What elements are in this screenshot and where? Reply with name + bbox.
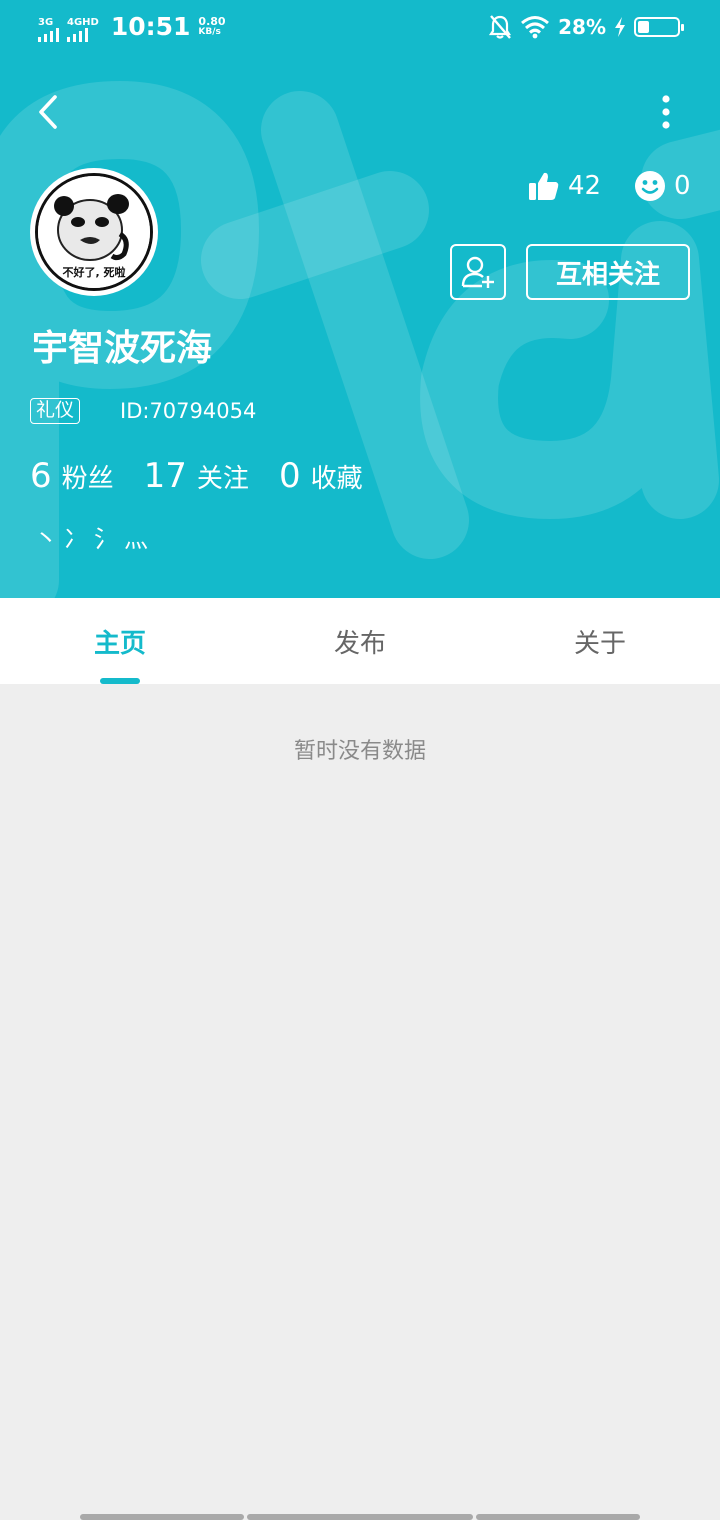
battery-fill [638, 21, 649, 33]
profile-counts: 6 粉丝 17 关注 0 收藏 [30, 456, 393, 496]
smiley-icon [635, 171, 665, 201]
smiles-stat[interactable]: 0 [634, 170, 691, 202]
battery-icon [634, 17, 684, 37]
more-vertical-icon [662, 95, 670, 129]
user-bio: 丶冫氵灬 [34, 525, 154, 553]
username: 宇智波死海 [32, 328, 213, 369]
nav-segment[interactable] [80, 1514, 244, 1520]
signal1-label: 3G [38, 17, 54, 28]
likes-count: 42 [568, 171, 602, 201]
network-speed: 0.80 KB/s [198, 16, 225, 38]
tab-home[interactable]: 主页 [0, 598, 240, 684]
tab-label: 主页 [93, 628, 146, 659]
tab-posts[interactable]: 发布 [240, 598, 480, 684]
chevron-left-icon [39, 95, 57, 129]
signal-4g-icon: 4GHD [67, 18, 99, 42]
avatar[interactable]: 不好了, 死啦 [30, 168, 158, 296]
likes-stat[interactable]: 42 [528, 170, 601, 202]
add-user-icon [461, 256, 494, 288]
count-number: 6 [30, 456, 52, 496]
tab-about[interactable]: 关于 [480, 598, 720, 684]
system-nav-bar [0, 1514, 720, 1520]
count-number: 0 [278, 456, 301, 496]
battery-percent: 28% [558, 15, 606, 39]
avatar-caption: 不好了, 死啦 [62, 265, 125, 279]
tab-label: 关于 [573, 628, 626, 659]
nav-segment[interactable] [476, 1514, 640, 1520]
following-count[interactable]: 17 关注 [144, 456, 249, 496]
smiles-count: 0 [674, 171, 691, 201]
active-tab-indicator [100, 678, 140, 684]
nav-segment[interactable] [247, 1514, 473, 1520]
profile-tabs: 主页 发布 关于 [0, 598, 720, 684]
count-label: 关注 [196, 464, 249, 494]
tab-label: 发布 [333, 628, 386, 659]
back-button[interactable] [28, 90, 68, 134]
count-label: 粉丝 [61, 464, 114, 494]
count-number: 17 [143, 456, 187, 496]
mute-bell-icon [489, 15, 512, 39]
empty-state-text: 暂时没有数据 [293, 739, 426, 764]
more-options-button[interactable] [646, 90, 686, 134]
add-friend-button[interactable] [450, 244, 506, 300]
profile-header: 3G 4GHD 10:51 0.80 KB/s 28% 不好了, 死啦 42 0… [0, 0, 720, 598]
speed-value: 0.80 [198, 15, 226, 28]
user-id: ID:70794054 [120, 399, 257, 423]
panda-meme-avatar-image: 不好了, 死啦 [38, 176, 150, 288]
status-bar: 3G 4GHD 10:51 0.80 KB/s 28% [0, 0, 720, 58]
mutual-follow-button[interactable]: 互相关注 [526, 244, 690, 300]
speed-unit: KB/s [198, 27, 221, 37]
favorites-count[interactable]: 0 收藏 [279, 456, 363, 496]
followers-count[interactable]: 6 粉丝 [30, 456, 114, 496]
wifi-icon [521, 16, 550, 39]
clock: 10:51 [110, 12, 191, 41]
signal-3g-icon: 3G [38, 18, 59, 42]
count-label: 收藏 [310, 464, 363, 494]
thumbs-up-icon [529, 172, 559, 200]
charging-icon [615, 17, 625, 37]
signal2-label: 4GHD [67, 17, 99, 28]
user-tag-badge: 礼仪 [30, 398, 81, 424]
